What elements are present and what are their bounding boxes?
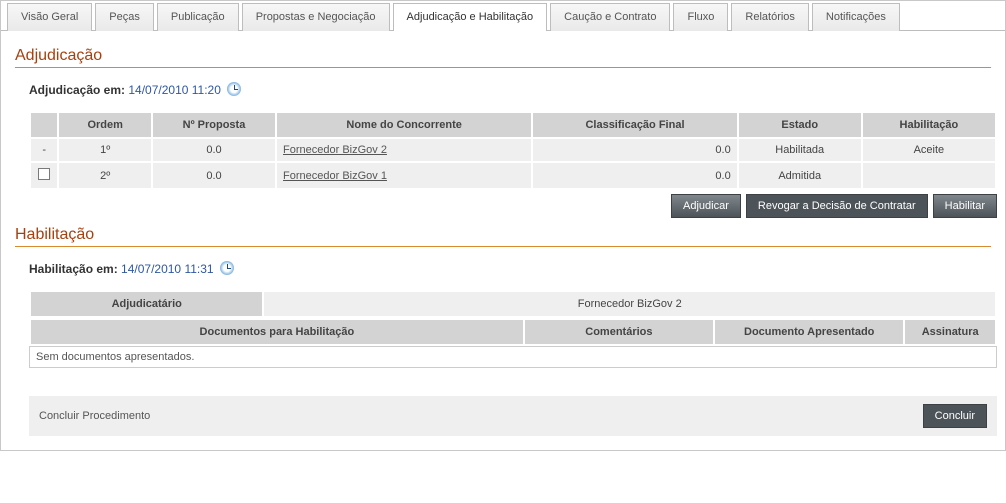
revogar-button[interactable]: Revogar a Decisão de Contratar [746, 194, 928, 218]
cell-habilitacao: Aceite [863, 139, 995, 161]
cell-nome[interactable]: Fornecedor BizGov 1 [277, 163, 531, 188]
section-title-adjudicacao: Adjudicação [15, 47, 991, 65]
cell-proposta: 0.0 [153, 139, 275, 161]
tab-2[interactable]: Publicação [157, 3, 239, 31]
tabs: Visão GeralPeçasPublicaçãoPropostas e Ne… [1, 1, 1005, 31]
tab-7[interactable]: Relatórios [731, 3, 809, 31]
cell-fornecedor: Fornecedor BizGov 2 [264, 292, 995, 316]
col-estado: Estado [739, 113, 861, 137]
cell-habilitacao [863, 163, 995, 188]
col-adjudicatario: Adjudicatário [31, 292, 262, 316]
col-sel [31, 113, 57, 137]
cell-classificacao: 0.0 [533, 163, 736, 188]
tab-4[interactable]: Adjudicação e Habilitação [393, 3, 548, 31]
concluir-button[interactable]: Concluir [923, 404, 987, 428]
checkbox[interactable] [38, 168, 50, 180]
tab-6[interactable]: Fluxo [673, 3, 728, 31]
adjudicacao-meta-date[interactable]: 14/07/2010 11:20 [128, 83, 221, 97]
col-comentarios: Comentários [525, 320, 713, 344]
adjudicar-button[interactable]: Adjudicar [671, 194, 741, 218]
cell-classificacao: 0.0 [533, 139, 736, 161]
tab-0[interactable]: Visão Geral [7, 3, 92, 31]
clock-icon[interactable] [227, 82, 241, 96]
section-title-habilitacao: Habilitação [15, 226, 991, 244]
col-assinatura: Assinatura [905, 320, 995, 344]
habilitar-button[interactable]: Habilitar [933, 194, 997, 218]
col-ordem: Ordem [59, 113, 151, 137]
cell-select[interactable] [31, 163, 57, 188]
cell-ordem: 2º [59, 163, 151, 188]
col-nome: Nome do Concorrente [277, 113, 531, 137]
cell-estado: Habilitada [739, 139, 861, 161]
tab-8[interactable]: Notificações [812, 3, 900, 31]
cell-ordem: 1º [59, 139, 151, 161]
col-docs: Documentos para Habilitação [31, 320, 523, 344]
habilitacao-meta-label: Habilitação em: [29, 262, 118, 276]
adjudicacao-meta-label: Adjudicação em: [29, 83, 125, 97]
col-classificacao: Classificação Final [533, 113, 736, 137]
habilitacao-meta-date[interactable]: 14/07/2010 11:31 [121, 262, 214, 276]
col-apresentado: Documento Apresentado [715, 320, 903, 344]
table-row: 2º0.0Fornecedor BizGov 10.0Admitida [31, 163, 995, 188]
tab-5[interactable]: Caução e Contrato [550, 3, 670, 31]
col-habilitacao: Habilitação [863, 113, 995, 137]
col-proposta: Nº Proposta [153, 113, 275, 137]
cell-proposta: 0.0 [153, 163, 275, 188]
cell-nome[interactable]: Fornecedor BizGov 2 [277, 139, 531, 161]
tab-1[interactable]: Peças [95, 3, 154, 31]
footer-label: Concluir Procedimento [39, 410, 150, 422]
clock-icon[interactable] [220, 261, 234, 275]
cell-select: - [31, 139, 57, 161]
table-row: -1º0.0Fornecedor BizGov 20.0HabilitadaAc… [31, 139, 995, 161]
cell-estado: Admitida [739, 163, 861, 188]
no-documents-message: Sem documentos apresentados. [29, 346, 997, 368]
tab-3[interactable]: Propostas e Negociação [242, 3, 390, 31]
